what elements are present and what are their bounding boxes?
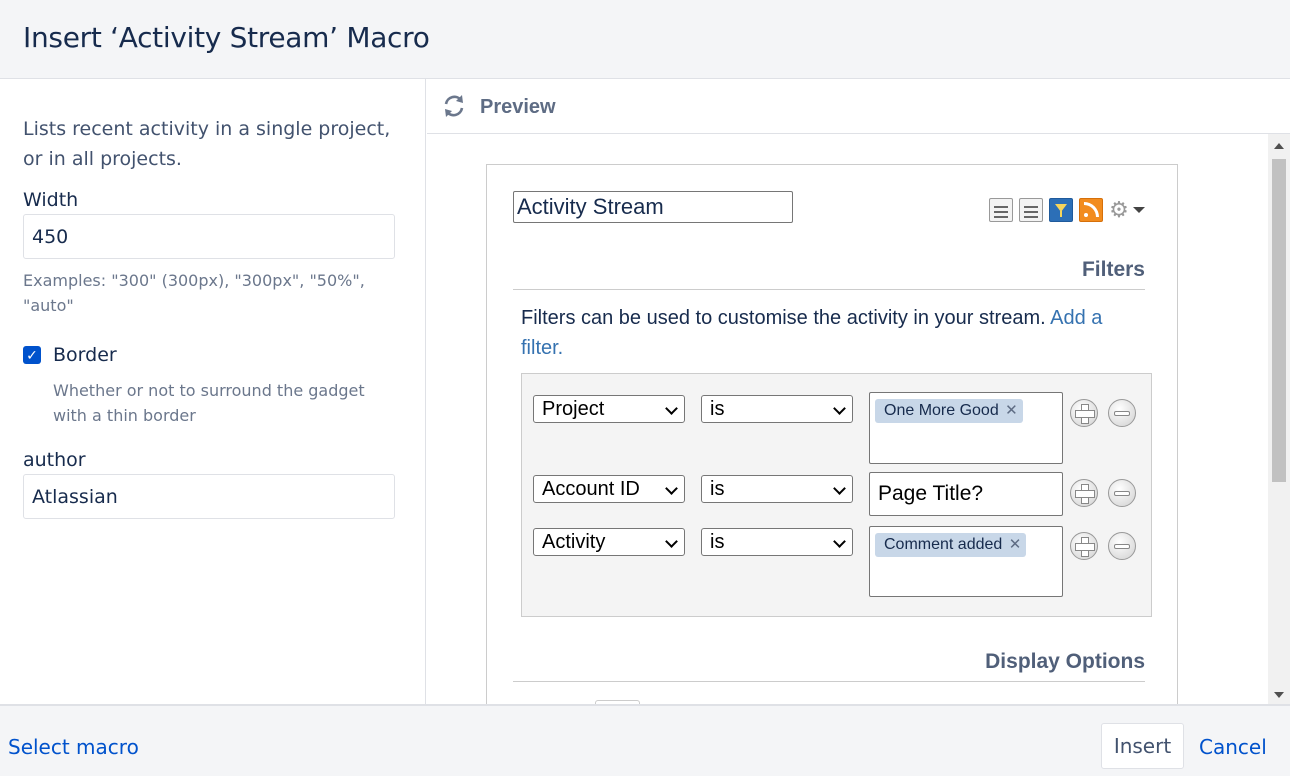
display-options-heading: Display Options (513, 650, 1145, 682)
dialog-title: Insert ‘Activity Stream’ Macro (23, 21, 430, 54)
preview-scrollbar[interactable] (1268, 134, 1290, 704)
filter-operator-value: is (710, 531, 725, 553)
plus-icon (1075, 537, 1095, 557)
filter-value-tag: Comment added ✕ (875, 533, 1027, 557)
chevron-down-icon (833, 402, 846, 415)
filter-operator-select[interactable]: is (701, 475, 853, 503)
filter-field-select[interactable]: Activity (533, 528, 685, 556)
filters-heading: Filters (513, 258, 1145, 290)
filter-value-input[interactable]: Page Title? (869, 472, 1063, 516)
remove-rule-button[interactable] (1108, 479, 1136, 507)
width-help: Examples: "300" (300px), "300px", "50%",… (23, 271, 365, 315)
cancel-link[interactable]: Cancel (1199, 735, 1267, 759)
insert-button[interactable]: Insert (1101, 723, 1184, 769)
filter-field-value: Activity (542, 531, 606, 553)
width-label: Width (23, 189, 79, 211)
width-input[interactable] (23, 214, 395, 259)
macro-parameters-panel: Lists recent activity in a single projec… (0, 79, 426, 704)
remove-rule-button[interactable] (1108, 532, 1136, 560)
filter-tag-label: One More Good (884, 402, 999, 419)
list-view-icon[interactable] (1019, 198, 1043, 222)
stream-title-input[interactable] (513, 191, 793, 223)
check-icon: ✓ (26, 346, 38, 363)
chevron-down-icon (833, 535, 846, 548)
author-label: author (23, 449, 86, 471)
filter-value-box[interactable]: One More Good ✕ (869, 392, 1063, 464)
filter-tag-label: Comment added (884, 536, 1003, 553)
plus-icon (1075, 484, 1095, 504)
chevron-down-icon (665, 402, 678, 415)
filter-field-select[interactable]: Project (533, 395, 685, 423)
filter-field-value: Account ID (542, 478, 640, 500)
add-rule-button[interactable] (1070, 532, 1098, 560)
remove-rule-button[interactable] (1108, 399, 1136, 427)
border-help: Whether or not to surround the gadget wi… (53, 381, 365, 425)
filter-value-text: Page Title? (878, 482, 984, 505)
filter-operator-select[interactable]: is (701, 528, 853, 556)
filter-value-box[interactable]: Comment added ✕ (869, 526, 1063, 597)
filters-description: Filters can be used to customise the act… (521, 303, 1141, 363)
add-rule-button[interactable] (1070, 479, 1098, 507)
plus-icon (1075, 404, 1095, 424)
gear-icon[interactable]: ⚙ (1109, 198, 1129, 222)
chevron-down-icon (833, 482, 846, 495)
dialog-footer: Select macro Insert Cancel (0, 704, 1290, 776)
select-macro-link[interactable]: Select macro (8, 735, 139, 759)
chevron-down-icon (665, 535, 678, 548)
filters-text: Filters can be used to customise the act… (521, 307, 1046, 329)
minus-icon (1114, 410, 1130, 416)
remove-tag-icon[interactable]: ✕ (1005, 399, 1018, 423)
activity-stream-gadget: ⚙ Filters Filters can be used to customi… (486, 164, 1178, 704)
border-checkbox[interactable]: ✓ (23, 346, 41, 364)
macro-description: Lists recent activity in a single projec… (23, 118, 391, 170)
preview-scroll-area: ⚙ Filters Filters can be used to customi… (427, 134, 1290, 704)
filter-field-value: Project (542, 398, 605, 420)
chevron-down-icon (665, 482, 678, 495)
full-view-icon[interactable] (989, 198, 1013, 222)
scroll-down-icon[interactable] (1274, 692, 1284, 698)
scroll-thumb[interactable] (1272, 159, 1286, 482)
dialog-header: Insert ‘Activity Stream’ Macro (0, 0, 1290, 79)
filter-operator-value: is (710, 398, 725, 420)
rss-feed-icon[interactable] (1079, 198, 1103, 222)
chevron-down-icon[interactable] (1133, 207, 1145, 213)
minus-icon (1114, 543, 1130, 549)
filter-field-select[interactable]: Account ID (533, 475, 685, 503)
preview-panel: Preview ⚙ Filters Filters can be used to… (427, 79, 1290, 704)
filter-operator-select[interactable]: is (701, 395, 853, 423)
preview-label: Preview (480, 96, 556, 118)
filter-operator-value: is (710, 478, 725, 500)
border-label: Border (53, 344, 117, 366)
author-input[interactable] (23, 474, 395, 519)
gadget-toolbar: ⚙ (989, 198, 1145, 222)
add-rule-button[interactable] (1070, 399, 1098, 427)
filter-value-tag: One More Good ✕ (875, 399, 1023, 423)
preview-bar: Preview (427, 79, 1290, 134)
minus-icon (1114, 490, 1130, 496)
scroll-up-icon[interactable] (1274, 143, 1284, 149)
filter-rules: Project is One More Good ✕ Account ID is… (521, 373, 1152, 617)
filter-icon[interactable] (1049, 198, 1073, 222)
remove-tag-icon[interactable]: ✕ (1009, 533, 1022, 557)
refresh-icon[interactable] (441, 93, 467, 119)
